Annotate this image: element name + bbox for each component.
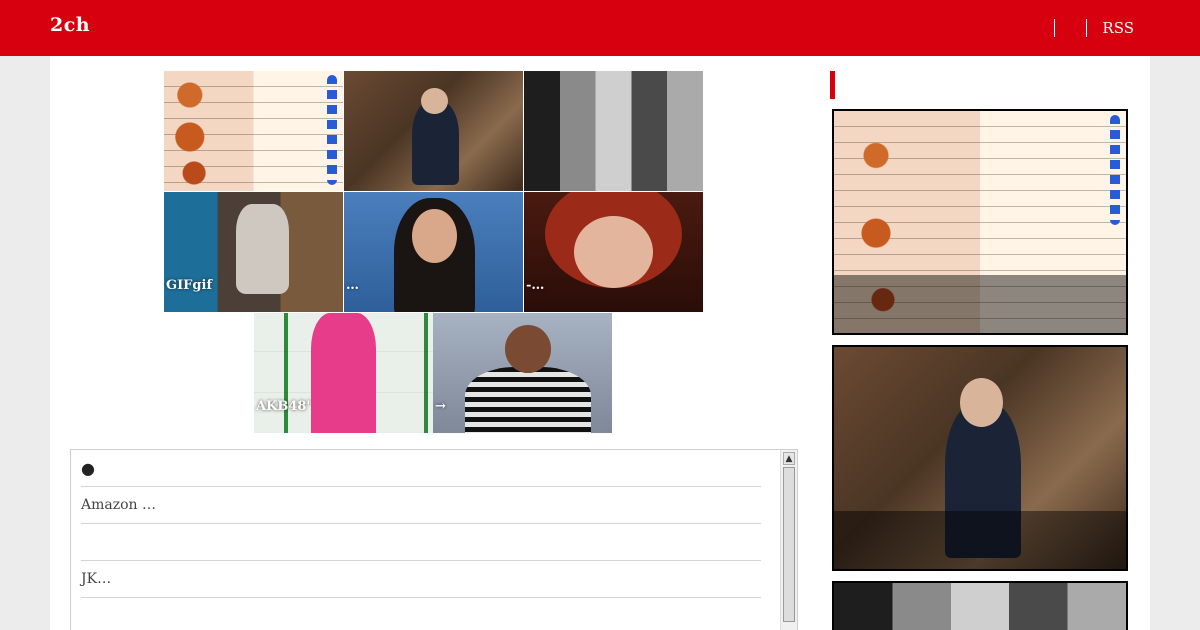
gallery-tile[interactable]	[524, 71, 703, 191]
scrollbar-thumb[interactable]	[783, 467, 795, 622]
list-item[interactable]: Amazon …	[81, 487, 761, 524]
nav-item-blank[interactable]	[1070, 19, 1071, 37]
sidebar-thumbnail[interactable]	[832, 581, 1128, 630]
list-item[interactable]: ●	[81, 450, 761, 487]
sidebar-thumbnail[interactable]	[832, 345, 1128, 571]
sidebar-thumbnail[interactable]	[832, 109, 1128, 335]
tile-caption: →	[435, 399, 446, 414]
list-item[interactable]	[81, 524, 761, 561]
gallery-tile[interactable]: -…	[524, 192, 703, 312]
bullet-icon: ●	[81, 459, 95, 478]
list-item-text: JK…	[81, 571, 112, 587]
gallery-tile[interactable]: AKB48""…	[254, 313, 433, 433]
main-content: GIFgif … -… AKB48""… → ● Amazon … JK… ▲	[50, 56, 1150, 630]
gallery-tile[interactable]: →	[433, 313, 612, 433]
site-header: 2ch RSS	[0, 0, 1200, 56]
list-item-text: Amazon …	[81, 497, 157, 513]
gallery-tile[interactable]: …	[344, 192, 523, 312]
gallery-tile[interactable]: GIFgif	[164, 192, 343, 312]
tile-caption: …	[346, 278, 359, 293]
tile-caption: GIFgif	[166, 278, 213, 293]
sidebar-heading-marker	[830, 71, 835, 99]
scrollbar[interactable]: ▲	[780, 450, 797, 630]
header-nav: RSS	[1039, 17, 1134, 39]
thumbnail-overlay	[834, 275, 1126, 333]
thumbnail-overlay	[834, 511, 1126, 569]
comment-list[interactable]: ● Amazon … JK… ▲	[70, 449, 798, 630]
tile-caption: AKB48""…	[256, 399, 334, 414]
scroll-up-icon[interactable]: ▲	[783, 452, 795, 465]
gallery-tile[interactable]	[344, 71, 523, 191]
gallery-tile[interactable]	[164, 71, 343, 191]
rss-link[interactable]: RSS	[1102, 19, 1134, 37]
nav-divider	[1054, 19, 1056, 37]
site-logo[interactable]: 2ch	[50, 14, 90, 36]
nav-divider	[1086, 19, 1088, 37]
tile-caption: -…	[526, 278, 545, 293]
list-item[interactable]: JK…	[81, 561, 761, 598]
